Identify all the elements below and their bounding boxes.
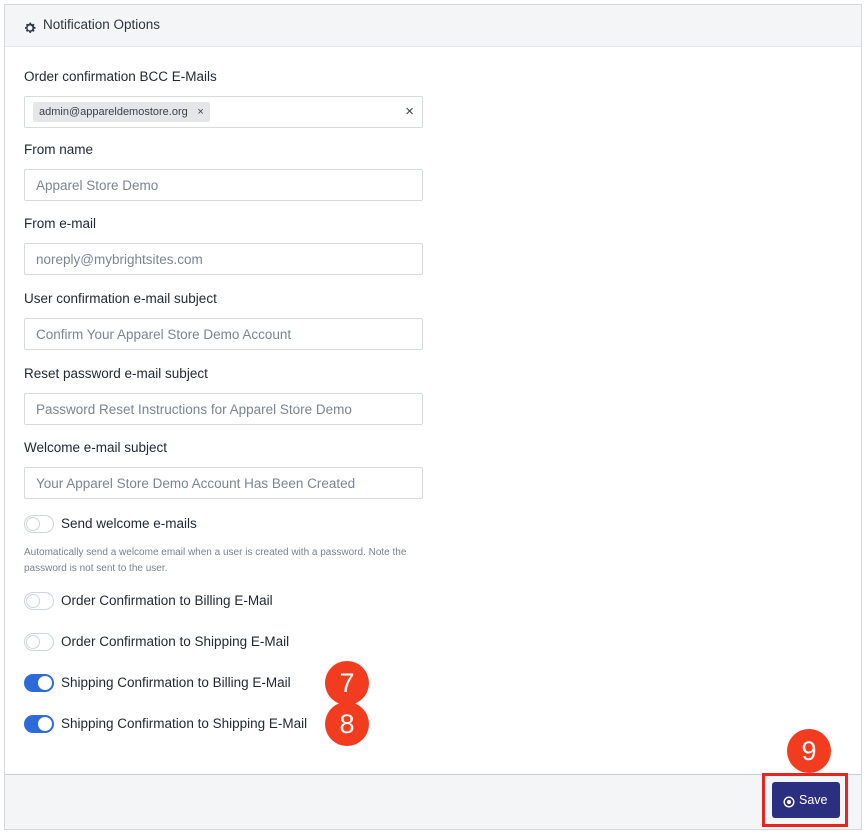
tag-remove-icon[interactable]: × xyxy=(197,102,203,122)
order-confirmation-shipping-label: Order Confirmation to Shipping E-Mail xyxy=(61,634,290,649)
welcome-subject-label: Welcome e-mail subject xyxy=(24,440,168,455)
bcc-emails-label: Order confirmation BCC E-Mails xyxy=(24,69,217,84)
from-name-label: From name xyxy=(24,142,94,157)
save-button[interactable]: Save xyxy=(772,782,840,818)
order-confirmation-billing-toggle[interactable] xyxy=(24,592,54,610)
email-tag-text: admin@appareldemostore.org xyxy=(39,106,188,118)
from-email-input[interactable] xyxy=(24,243,423,275)
from-name-input[interactable] xyxy=(24,169,423,201)
reset-password-subject-label: Reset password e-mail subject xyxy=(24,366,208,381)
user-confirmation-subject-input[interactable] xyxy=(24,318,423,350)
bcc-emails-input[interactable]: admin@appareldemostore.org × × xyxy=(24,96,423,128)
order-confirmation-shipping-toggle[interactable] xyxy=(24,633,54,651)
step-8-badge: 8 xyxy=(325,702,369,746)
gear-icon xyxy=(25,22,36,33)
shipping-confirmation-billing-label: Shipping Confirmation to Billing E-Mail xyxy=(61,675,291,690)
toggle-knob xyxy=(26,517,40,531)
send-welcome-label: Send welcome e-mails xyxy=(61,516,197,531)
step-7-badge: 7 xyxy=(325,661,369,705)
save-button-label: Save xyxy=(799,793,828,807)
panel-title: Notification Options xyxy=(43,17,161,32)
from-email-label: From e-mail xyxy=(24,216,97,231)
save-circle-icon xyxy=(783,796,795,808)
toggle-knob xyxy=(26,594,40,608)
panel-header: Notification Options xyxy=(5,5,861,47)
order-confirmation-billing-label: Order Confirmation to Billing E-Mail xyxy=(61,593,273,608)
toggle-knob xyxy=(38,717,52,731)
send-welcome-toggle[interactable] xyxy=(24,515,54,533)
reset-password-subject-input[interactable] xyxy=(24,393,423,425)
toggle-knob xyxy=(38,676,52,690)
notification-options-panel: Notification Options Order confirmation … xyxy=(4,4,862,830)
step-9-badge: 9 xyxy=(787,729,831,773)
toggle-knob xyxy=(26,635,40,649)
shipping-confirmation-billing-toggle[interactable] xyxy=(24,674,54,692)
clear-all-icon[interactable]: × xyxy=(405,103,414,120)
user-confirmation-subject-label: User confirmation e-mail subject xyxy=(24,291,217,306)
panel-footer xyxy=(5,774,861,829)
welcome-subject-input[interactable] xyxy=(24,467,423,499)
shipping-confirmation-shipping-label: Shipping Confirmation to Shipping E-Mail xyxy=(61,716,308,731)
shipping-confirmation-shipping-toggle[interactable] xyxy=(24,715,54,733)
welcome-help-text: Automatically send a welcome email when … xyxy=(24,547,407,574)
email-tag: admin@appareldemostore.org × xyxy=(33,102,210,122)
